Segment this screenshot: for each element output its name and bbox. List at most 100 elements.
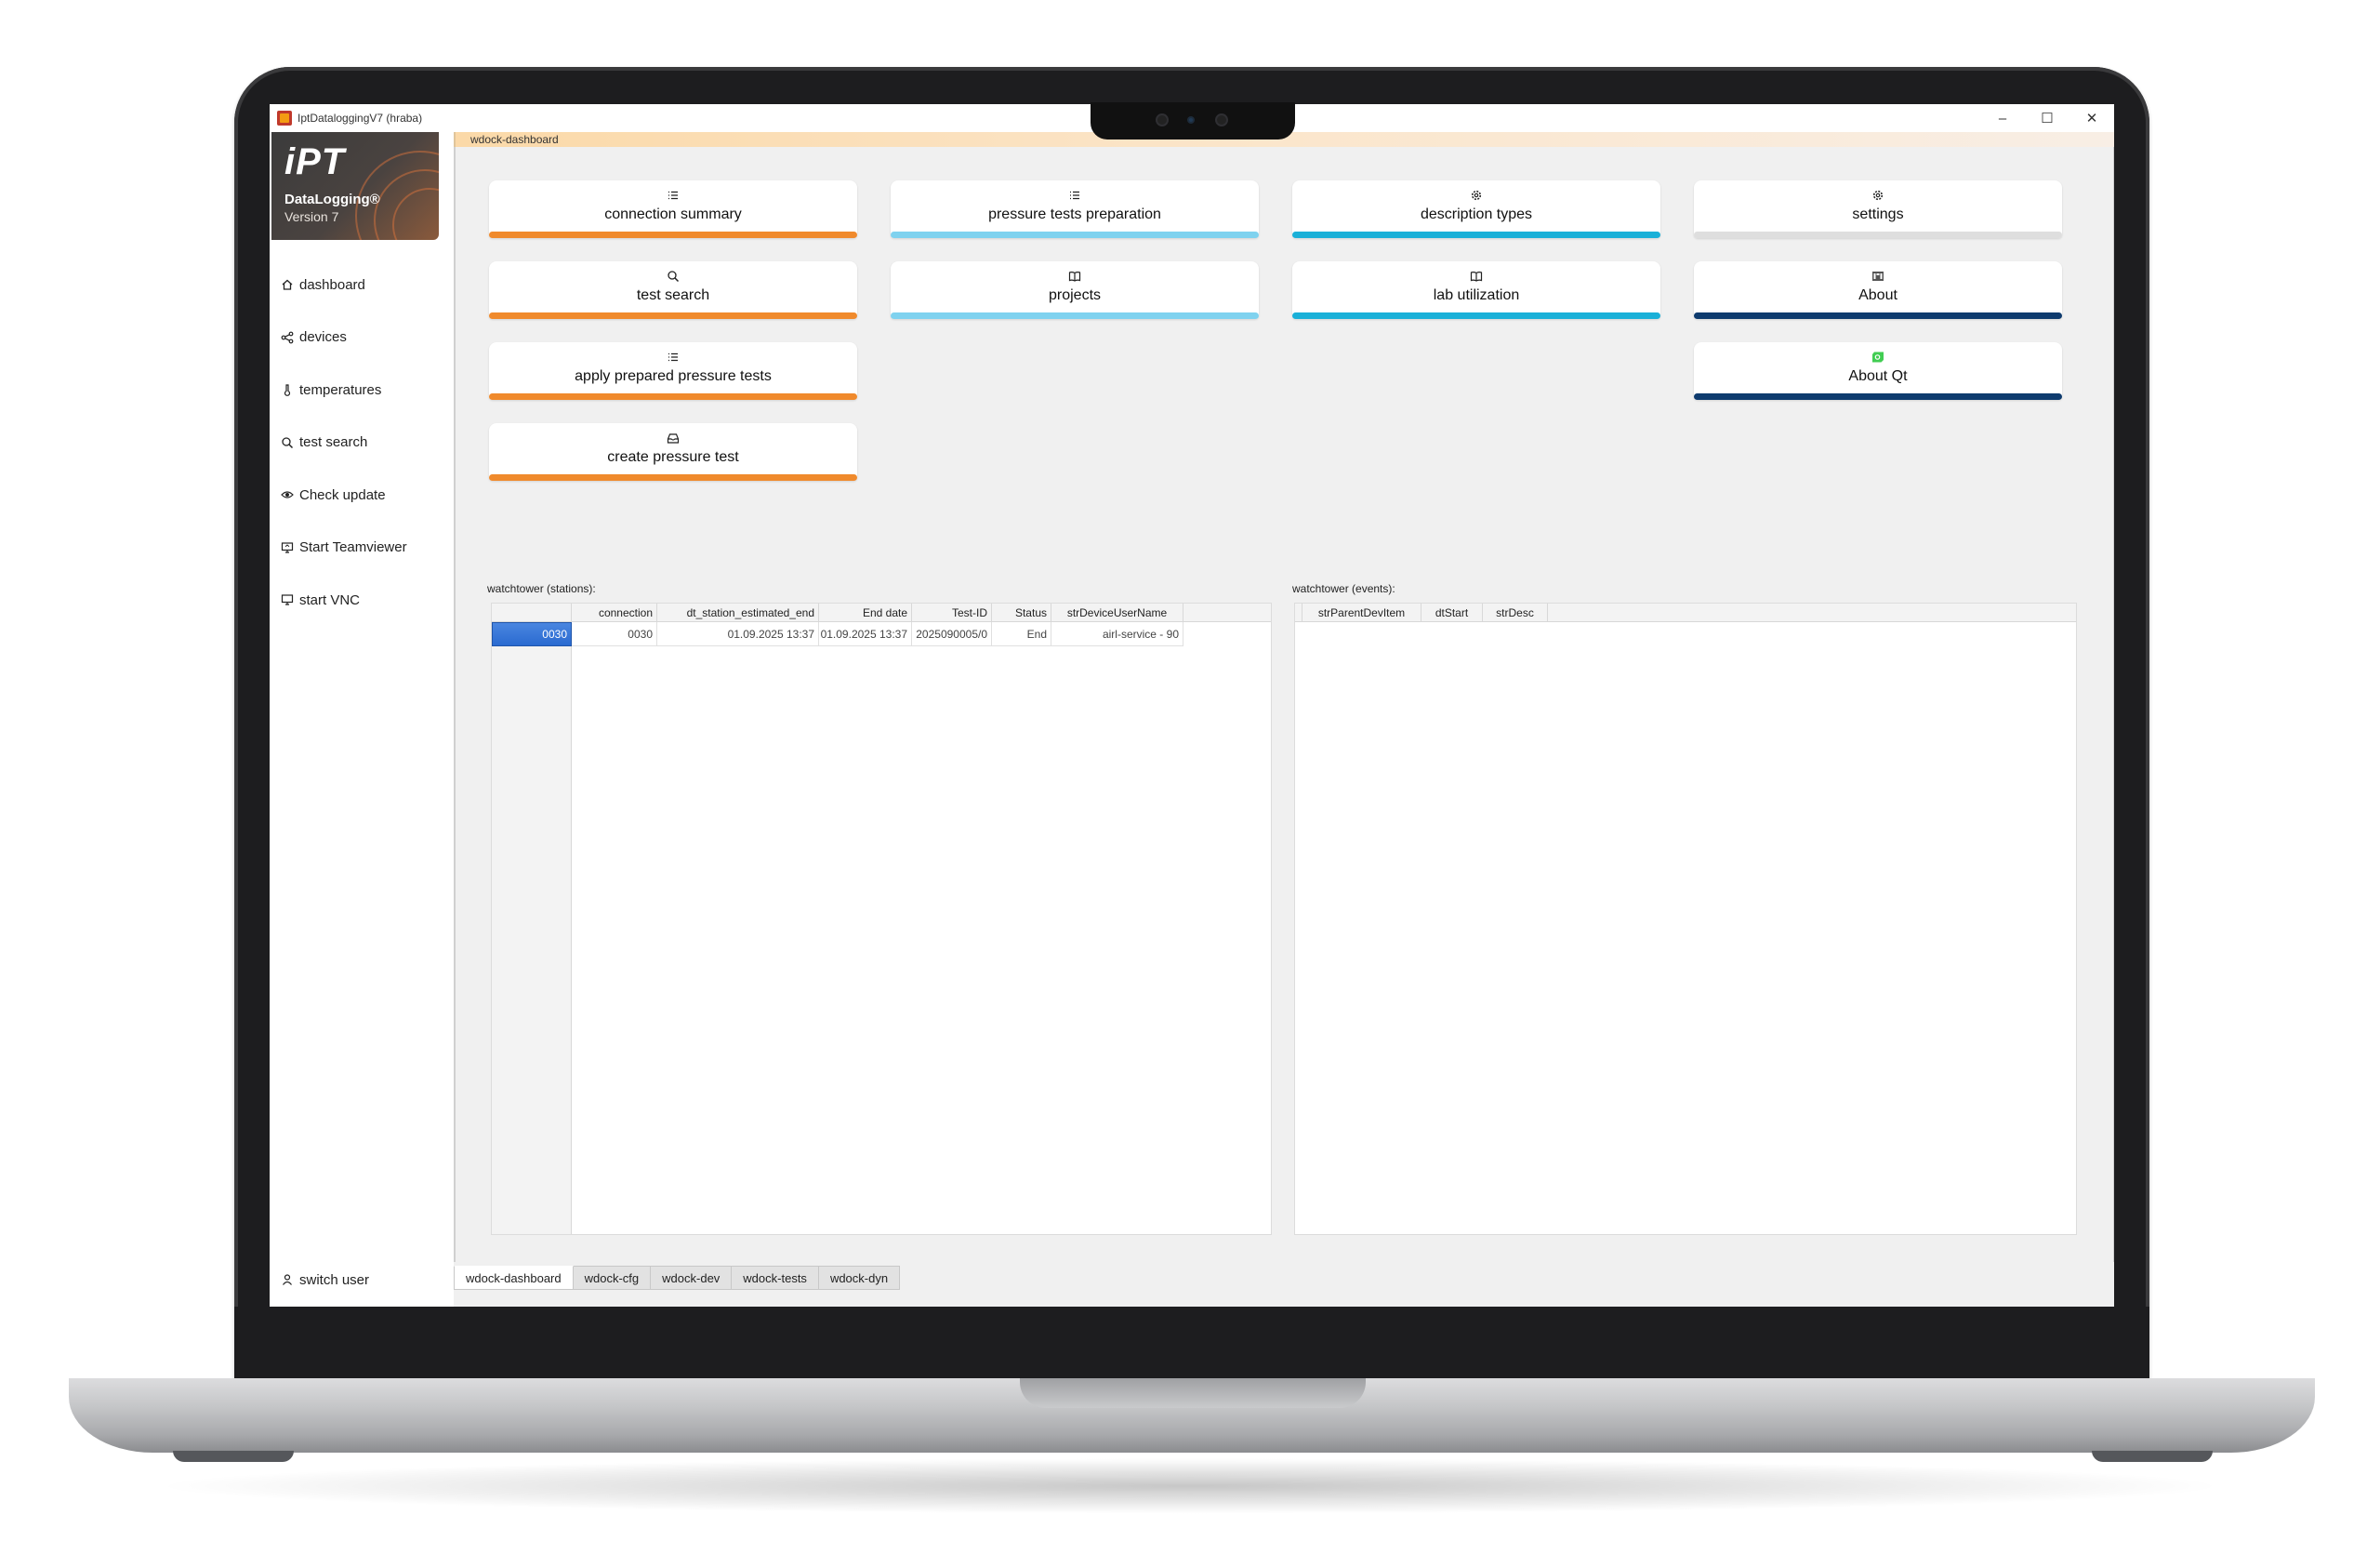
column-header[interactable]: dtStart — [1421, 604, 1483, 622]
tile-label: connection summary — [604, 206, 742, 222]
minimize-button[interactable]: – — [1980, 104, 2025, 132]
home-icon — [282, 279, 293, 290]
tab-wdock-tests[interactable]: wdock-tests — [732, 1266, 819, 1290]
tile-accent-bar — [1694, 393, 2062, 400]
sensor-icon — [1156, 113, 1169, 126]
column-header[interactable]: strDesc — [1483, 604, 1548, 622]
tile-description-types[interactable]: description types — [1292, 180, 1660, 238]
tile-accent-bar — [1292, 312, 1660, 319]
table-cell[interactable]: End — [992, 622, 1051, 646]
table-cell[interactable]: 01.09.2025 13:37 — [657, 622, 819, 646]
list-icon — [668, 352, 678, 362]
tile-connection-summary[interactable]: connection summary — [489, 180, 857, 238]
sidebar-item-label: temperatures — [299, 381, 382, 398]
monitor-share-icon — [281, 542, 294, 553]
sidebar-item-label: Start Teamviewer — [299, 539, 407, 556]
tile-lab-utilization[interactable]: lab utilization — [1292, 261, 1660, 319]
tab-wdock-dashboard[interactable]: wdock-dashboard — [454, 1266, 574, 1290]
column-header[interactable]: Status — [992, 604, 1051, 622]
laptop-bezel-bottom — [234, 1307, 2149, 1381]
dock-title: wdock-dashboard — [470, 133, 559, 146]
dock-tabs: wdock-dashboard wdock-cfg wdock-dev wdoc… — [454, 1266, 901, 1290]
row-header-selected[interactable]: 0030 — [492, 622, 572, 646]
tile-label: About — [1858, 287, 1897, 303]
sidebar-item-start-vnc[interactable]: start VNC — [270, 574, 454, 627]
tile-about-qt[interactable]: About Qt — [1694, 342, 2062, 400]
sidebar: iPT DataLogging® Version 7 dashboard dev… — [270, 132, 454, 1307]
sidebar-item-test-search[interactable]: test search — [270, 417, 454, 470]
tile-pressure-tests-preparation[interactable]: pressure tests preparation — [891, 180, 1259, 238]
maximize-button[interactable]: ☐ — [2025, 104, 2069, 132]
tile-test-search[interactable]: test search — [489, 261, 857, 319]
stations-table[interactable]: connection dt_station_estimated_end End … — [491, 603, 1272, 1235]
tile-create-pressure-test[interactable]: create pressure test — [489, 423, 857, 481]
monitor-icon — [281, 594, 294, 605]
tile-label: About Qt — [1848, 368, 1908, 384]
app-icon — [277, 111, 292, 126]
window-title: IptDataloggingV7 (hraba) — [298, 112, 423, 125]
sidebar-item-temperatures[interactable]: temperatures — [270, 364, 454, 417]
tile-apply-prepared-pressure-tests[interactable]: apply prepared pressure tests — [489, 342, 857, 400]
sidebar-item-label: switch user — [299, 1271, 370, 1288]
gear-icon — [1872, 190, 1884, 201]
stations-table-header: connection dt_station_estimated_end End … — [492, 604, 1271, 622]
table-cell[interactable]: 01.09.2025 13:37 — [819, 622, 912, 646]
sidebar-item-label: Check update — [299, 486, 386, 503]
column-header[interactable]: connection — [572, 604, 657, 622]
tile-accent-bar — [1694, 232, 2062, 238]
screen: IptDataloggingV7 (hraba) – ☐ ✕ iPT DataL… — [270, 104, 2114, 1307]
tab-wdock-cfg[interactable]: wdock-cfg — [573, 1266, 652, 1290]
tile-accent-bar — [489, 232, 857, 238]
sidebar-item-switch-user[interactable]: switch user — [270, 1254, 454, 1307]
tile-accent-bar — [489, 393, 857, 400]
tile-label: projects — [1048, 287, 1102, 303]
column-header[interactable]: strParentDevItem — [1302, 604, 1421, 622]
table-cell[interactable]: 2025090005/0 — [912, 622, 992, 646]
tile-projects[interactable]: projects — [891, 261, 1259, 319]
list-icon — [668, 191, 678, 200]
sidebar-item-devices[interactable]: devices — [270, 312, 454, 365]
sidebar-bottom: switch user — [270, 1254, 454, 1307]
column-header[interactable]: dt_station_estimated_end — [657, 604, 819, 622]
column-header[interactable]: Test-ID — [912, 604, 992, 622]
tab-wdock-dyn[interactable]: wdock-dyn — [818, 1266, 901, 1290]
thermometer-icon — [284, 384, 291, 397]
table-cell[interactable]: airl-service - 90 — [1051, 622, 1183, 646]
tile-settings[interactable]: settings — [1694, 180, 2062, 238]
stations-label: watchtower (stations): — [487, 582, 596, 595]
window-controls: – ☐ ✕ — [1980, 104, 2114, 132]
sidebar-item-label: test search — [299, 434, 368, 451]
tab-wdock-dev[interactable]: wdock-dev — [651, 1266, 733, 1290]
sidebar-item-label: dashboard — [299, 276, 365, 293]
column-header[interactable]: End date — [819, 604, 912, 622]
laptop-opening-groove — [1020, 1378, 1366, 1408]
tile-label: lab utilization — [1433, 287, 1520, 303]
laptop-shadow — [149, 1458, 2231, 1514]
tile-accent-bar — [489, 474, 857, 481]
sidebar-item-label: devices — [299, 329, 347, 346]
sensor-icon — [1215, 113, 1228, 126]
qt-logo-icon — [1872, 352, 1884, 363]
camera-notch — [1091, 102, 1295, 139]
search-icon — [668, 271, 680, 283]
corner-header — [492, 604, 572, 622]
events-label: watchtower (events): — [1292, 582, 1395, 595]
laptop-foot — [173, 1451, 294, 1462]
events-table[interactable]: strParentDevItem dtStart strDesc — [1294, 603, 2077, 1235]
camera-icon — [1187, 116, 1195, 124]
table-row[interactable]: 0030 01.09.2025 13:37 01.09.2025 13:37 2… — [572, 622, 1183, 646]
sidebar-item-check-update[interactable]: Check update — [270, 469, 454, 522]
tile-about[interactable]: About — [1694, 261, 2062, 319]
tile-accent-bar — [891, 232, 1259, 238]
tile-label: settings — [1852, 206, 1904, 222]
book-icon — [1068, 272, 1081, 282]
table-cell[interactable]: 0030 — [572, 622, 657, 646]
gear-icon — [1471, 190, 1482, 201]
tile-label: pressure tests preparation — [988, 206, 1161, 222]
sidebar-item-start-teamviewer[interactable]: Start Teamviewer — [270, 522, 454, 575]
close-button[interactable]: ✕ — [2069, 104, 2114, 132]
user-icon — [283, 1274, 292, 1286]
column-header[interactable]: strDeviceUserName — [1051, 604, 1183, 622]
corner-header — [1295, 604, 1302, 622]
sidebar-item-dashboard[interactable]: dashboard — [270, 259, 454, 312]
